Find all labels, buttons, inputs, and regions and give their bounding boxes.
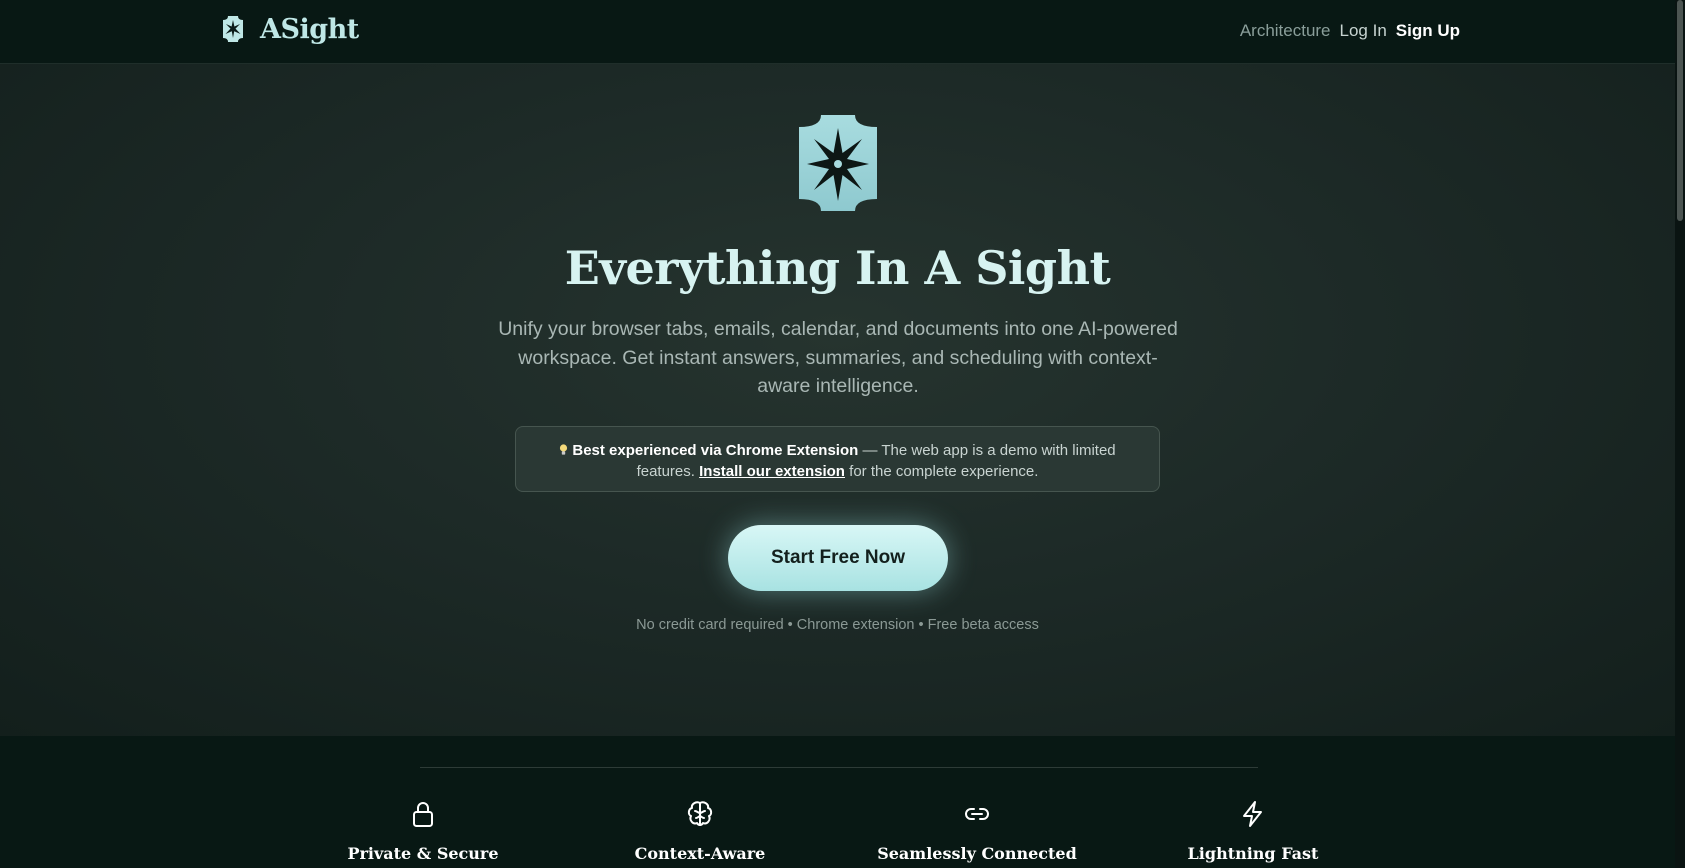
hero-section: Everything In A Sight Unify your browser… <box>0 64 1675 736</box>
brain-icon <box>687 801 713 826</box>
lock-icon <box>413 802 433 827</box>
hero-title: Everything In A Sight <box>564 241 1111 295</box>
nav-login-link[interactable]: Log In <box>1340 21 1387 41</box>
feature-lightning-fast: Lightning Fast <box>1133 799 1373 863</box>
feature-private-secure: Private & Secure <box>303 799 543 863</box>
notice-text-end: for the complete experience. <box>844 463 1039 480</box>
brand-logo-link[interactable]: ASight <box>221 15 359 43</box>
features-section: Private & Secure Context-Aware Seamlessl… <box>0 736 1675 868</box>
feature-title: Private & Secure <box>347 844 499 863</box>
brand-name: ASight <box>260 13 359 45</box>
chrome-extension-notice: Best experienced via Chrome Extension — … <box>515 426 1160 492</box>
nav-signup-link[interactable]: Sign Up <box>1396 21 1460 41</box>
feature-title: Seamlessly Connected <box>877 844 1077 863</box>
install-extension-link[interactable]: Install our extension <box>699 463 845 480</box>
feature-context-aware: Context-Aware <box>580 799 820 863</box>
feature-title: Context-Aware <box>634 844 766 863</box>
scrollbar-thumb[interactable] <box>1677 0 1683 221</box>
top-nav-bar: ASight Architecture Log In Sign Up <box>0 0 1675 64</box>
feature-title: Lightning Fast <box>1187 844 1319 863</box>
main-nav: Architecture Log In Sign Up <box>1240 21 1460 41</box>
link-icon <box>965 808 989 820</box>
starburst-emblem-icon <box>223 16 243 42</box>
section-divider <box>420 767 1258 768</box>
notice-heading: Best experienced via Chrome Extension <box>572 442 859 459</box>
lightbulb-icon <box>560 444 568 455</box>
page-scrollbar[interactable] <box>1675 0 1685 868</box>
feature-seamlessly-connected: Seamlessly Connected <box>857 799 1097 863</box>
starburst-emblem-icon <box>799 115 877 211</box>
start-free-button[interactable]: Start Free Now <box>728 525 948 591</box>
lightning-icon <box>1243 801 1262 827</box>
nav-architecture-link[interactable]: Architecture <box>1240 21 1331 41</box>
hero-subtitle: Unify your browser tabs, emails, calenda… <box>498 318 1178 397</box>
cta-fineprint: No credit card required • Chrome extensi… <box>636 617 1039 633</box>
page: ASight Architecture Log In Sign Up Every… <box>0 0 1675 868</box>
